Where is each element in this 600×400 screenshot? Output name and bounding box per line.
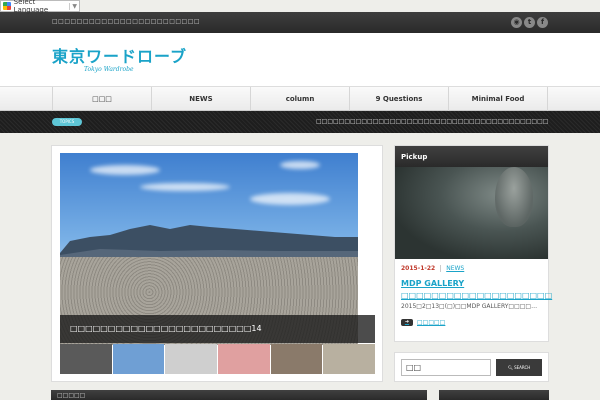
pickup-title: Pickup bbox=[395, 146, 548, 167]
slider-thumbnail[interactable] bbox=[218, 344, 270, 374]
nav-item-minimal-food[interactable]: Minimal Food bbox=[449, 87, 548, 111]
pickup-category-link[interactable]: NEWS bbox=[440, 265, 464, 272]
pickup-meta: 2015-1-22 NEWS bbox=[401, 265, 464, 272]
arrow-right-icon: ➜ bbox=[401, 319, 413, 326]
rss-icon[interactable]: ◉ bbox=[511, 17, 522, 28]
site-header: 東京ワードローブ Tokyo Wardrobe bbox=[0, 33, 600, 87]
slider-thumbnails bbox=[60, 344, 376, 374]
site-logo-subtitle: Tokyo Wardrobe bbox=[84, 66, 134, 73]
google-translate-icon bbox=[3, 2, 11, 10]
portrait-shape bbox=[495, 167, 533, 227]
nav-item-9-questions[interactable]: 9 Questions bbox=[350, 87, 449, 111]
slider-thumbnail[interactable] bbox=[270, 344, 323, 374]
featured-slider: □□□□□□□□□□□□□□□□□□□□□□□□14 bbox=[51, 145, 383, 382]
slider-caption[interactable]: □□□□□□□□□□□□□□□□□□□□□□□□14 bbox=[60, 315, 375, 343]
pickup-widget: Pickup 2015-1-22 NEWS MDP GALLERY □□□□□□… bbox=[394, 145, 552, 342]
facebook-icon[interactable]: f bbox=[537, 17, 548, 28]
language-selector[interactable]: Select Language ▼ bbox=[0, 0, 80, 14]
search-button[interactable]: 🔍︎ SEARCH bbox=[496, 359, 542, 376]
topics-ticker: TOPICS □□□□□□□□□□□□□□□□□□□□□□□□□□□□□□□□□… bbox=[0, 111, 600, 133]
topics-badge: TOPICS bbox=[52, 118, 82, 126]
read-more-label: □□□□□ bbox=[417, 319, 446, 326]
nav-item-home[interactable]: □□□ bbox=[52, 87, 152, 111]
search-widget: 🔍︎ SEARCH bbox=[394, 352, 549, 382]
site-tagline: □□□□□□□□□□□□□□□□□□□□□□□□ bbox=[52, 18, 201, 25]
section-header-bar: □□□□□ bbox=[51, 390, 427, 400]
nav-item-column[interactable]: column bbox=[251, 87, 350, 111]
pickup-image[interactable] bbox=[395, 167, 548, 259]
slider-thumbnail[interactable] bbox=[323, 344, 376, 374]
pickup-excerpt: 2015□2□13□(□)□□MDP GALLERY□□□□… bbox=[401, 303, 538, 310]
site-logo[interactable]: 東京ワードローブ bbox=[52, 43, 187, 67]
sidebar-header-bar bbox=[439, 390, 549, 400]
search-button-label: SEARCH bbox=[514, 365, 531, 370]
slider-thumbnail[interactable] bbox=[165, 344, 218, 374]
search-input[interactable] bbox=[401, 359, 491, 376]
pickup-headline-link[interactable]: MDP GALLERY □□□□□□□□□□□□□□□□□□□□ bbox=[401, 278, 552, 302]
search-icon: 🔍︎ bbox=[507, 365, 513, 370]
section-header-label: □□□□□ bbox=[57, 392, 86, 399]
slider-thumbnail[interactable] bbox=[112, 344, 165, 374]
chevron-down-icon: ▼ bbox=[69, 2, 77, 10]
topics-text[interactable]: □□□□□□□□□□□□□□□□□□□□□□□□□□□□□□□□□□□□□□□□… bbox=[316, 118, 548, 125]
language-selector-label: Select Language bbox=[13, 0, 49, 14]
slider-thumbnail[interactable] bbox=[60, 344, 112, 374]
read-more-link[interactable]: ➜ □□□□□ bbox=[401, 319, 445, 326]
twitter-icon[interactable]: t bbox=[524, 17, 535, 28]
pickup-date: 2015-1-22 bbox=[401, 265, 436, 272]
main-navigation: □□□ NEWS column 9 Questions Minimal Food bbox=[0, 87, 600, 111]
nav-item-news[interactable]: NEWS bbox=[152, 87, 251, 111]
top-bar: □□□□□□□□□□□□□□□□□□□□□□□□ ◉ t f bbox=[0, 12, 600, 33]
